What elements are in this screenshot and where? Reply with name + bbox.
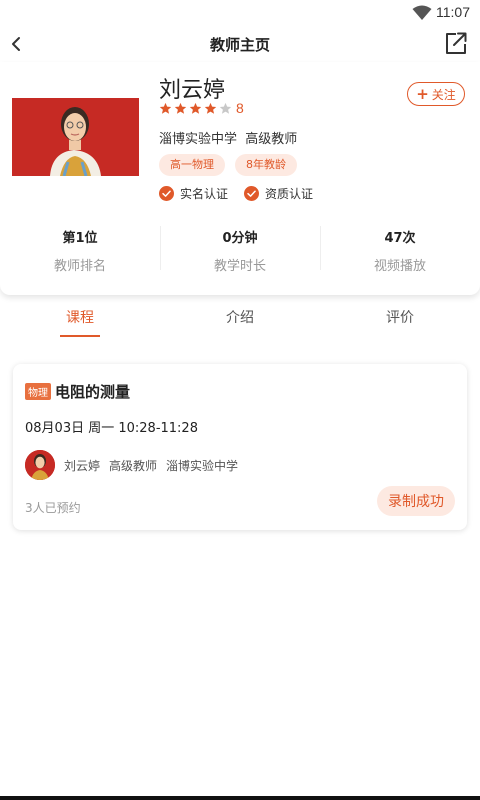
follow-label: 关注 [431,87,456,102]
teacher-school-title: 淄博实验中学 高级教师 [159,128,297,147]
stat-ranking-value: 第1位 [62,231,98,246]
teacher-rating: 8 [159,100,244,116]
course-teacher-row: 刘云婷 高级教师 淄博实验中学 [25,449,247,481]
avatar [25,450,55,480]
booked-count: 3人已预约 [25,501,81,515]
teacher-stats: 第1位 教师排名 0分钟 教学时长 47次 视频播放 [0,224,480,274]
stat-ranking: 第1位 教师排名 [0,224,160,274]
stat-ranking-label: 教师排名 [53,259,106,274]
navigation-bar: 教师主页 [0,26,480,62]
cert-qualification-label: 资质认证 [265,187,314,201]
stat-teaching-time-label: 教学时长 [213,259,266,274]
stat-video-plays: 47次 视频播放 [320,224,480,274]
teacher-title: 高级教师 [245,132,298,147]
star-icon [189,102,202,114]
tab-intro[interactable]: 介绍 [160,305,320,339]
cert-qualification: 资质认证 [244,185,313,202]
check-circle-icon [159,186,174,201]
star-empty-icon [219,102,232,114]
cert-real-name-label: 实名认证 [180,187,229,201]
tag-grade-subject: 高一物理 [159,154,225,176]
wifi-icon [412,5,432,20]
cert-real-name: 实名认证 [159,185,228,202]
stat-teaching-time: 0分钟 教学时长 [160,224,320,274]
rating-count: 8 [236,100,244,116]
course-school: 淄博实验中学 [166,458,239,473]
tab-reviews[interactable]: 评价 [320,305,480,339]
teacher-profile-card: 刘云婷 8 淄博实验中学 高级教师 高一物理 8年教龄 实名认证 资质认证 + … [0,62,480,295]
recording-status-button[interactable]: 录制成功 [377,486,455,516]
stat-video-plays-label: 视频播放 [373,259,426,274]
course-card[interactable]: 物理 电阻的测量 08月03日 周一 10:28-11:28 刘云婷 高级教师 … [13,364,467,530]
teacher-certifications: 实名认证 资质认证 [159,185,329,202]
share-icon[interactable] [444,30,468,56]
teacher-photo [12,98,139,176]
follow-button[interactable]: + 关注 [407,82,465,106]
subject-badge: 物理 [25,383,51,400]
course-title: 电阻的测量 [55,383,131,401]
tab-bar: 课程 介绍 评价 [0,305,480,339]
tag-teaching-years: 8年教龄 [235,154,297,176]
stat-video-plays-value: 47次 [384,231,416,246]
star-icon [204,102,217,114]
course-time: 08月03日 周一 10:28-11:28 [25,421,198,436]
tab-courses[interactable]: 课程 [0,305,160,339]
teacher-school: 淄博实验中学 [159,132,238,147]
check-circle-icon [244,186,260,201]
star-icon [174,102,187,114]
page-title: 教师主页 [209,36,270,54]
plus-icon: + [416,85,429,103]
bottom-edge [0,796,480,800]
star-icon [159,102,172,114]
teacher-tags: 高一物理 8年教龄 [159,154,307,176]
status-bar: 11:07 [0,0,480,26]
stat-teaching-time-value: 0分钟 [222,231,258,246]
course-teacher-name: 刘云婷 [64,458,101,473]
course-teacher-title: 高级教师 [109,458,158,473]
clock: 11:07 [436,4,470,20]
